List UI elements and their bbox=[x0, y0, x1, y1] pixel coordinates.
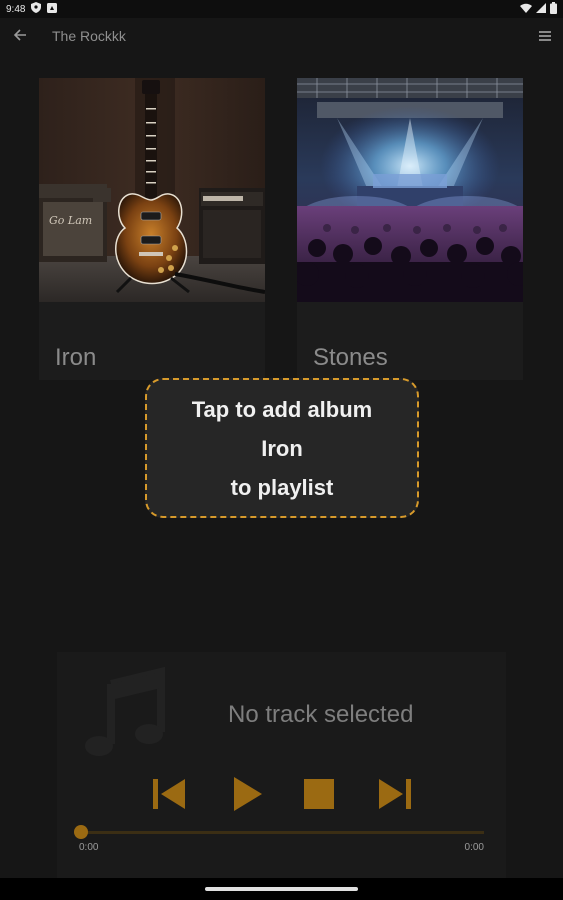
tooltip-line-3: to playlist bbox=[230, 474, 334, 500]
status-bar: 9:48 bbox=[0, 0, 563, 18]
back-button[interactable] bbox=[10, 27, 30, 47]
wifi-icon bbox=[520, 3, 532, 16]
album-art-stones bbox=[297, 78, 523, 302]
page-title: The Rockkk bbox=[52, 28, 126, 44]
app-bar: The Rockkk bbox=[0, 18, 563, 56]
home-gesture-pill[interactable] bbox=[205, 887, 358, 891]
svg-text:Go Lam: Go Lam bbox=[49, 214, 92, 227]
album-name-stones: Stones bbox=[313, 344, 388, 371]
album-card-stones[interactable]: Stones bbox=[297, 78, 523, 380]
navigation-bar bbox=[0, 878, 563, 900]
menu-button[interactable] bbox=[536, 28, 554, 46]
player-panel: No track selected 0:00 0:00 bbox=[57, 652, 506, 878]
skip-next-icon bbox=[379, 778, 411, 814]
album-name-iron: Iron bbox=[55, 344, 97, 371]
skip-previous-icon bbox=[153, 778, 185, 814]
total-time: 0:00 bbox=[464, 842, 484, 853]
status-time: 9:48 bbox=[6, 3, 26, 15]
seek-bar[interactable] bbox=[80, 831, 484, 834]
play-icon bbox=[232, 776, 262, 816]
arrow-back-icon bbox=[13, 28, 27, 47]
track-status: No track selected bbox=[228, 701, 414, 728]
tooltip-line-2: Iron bbox=[261, 435, 303, 461]
album-card-iron[interactable]: Go Lam Iron bbox=[39, 78, 265, 380]
music-note-icon bbox=[83, 666, 165, 758]
play-button[interactable] bbox=[229, 776, 265, 816]
shield-icon bbox=[31, 2, 42, 16]
stop-button[interactable] bbox=[301, 778, 337, 814]
album-art-iron: Go Lam bbox=[39, 78, 265, 302]
elapsed-time: 0:00 bbox=[79, 842, 99, 853]
skip-previous-button[interactable] bbox=[151, 778, 187, 814]
signal-icon bbox=[536, 2, 546, 16]
notification-icon bbox=[47, 2, 58, 16]
stop-icon bbox=[304, 778, 334, 814]
seek-thumb[interactable] bbox=[74, 825, 88, 839]
battery-icon bbox=[550, 1, 557, 17]
add-album-tooltip[interactable]: Tap to add album Iron to playlist bbox=[145, 378, 419, 518]
skip-next-button[interactable] bbox=[377, 778, 413, 814]
menu-icon bbox=[539, 28, 551, 46]
tooltip-line-1: Tap to add album bbox=[191, 396, 373, 422]
